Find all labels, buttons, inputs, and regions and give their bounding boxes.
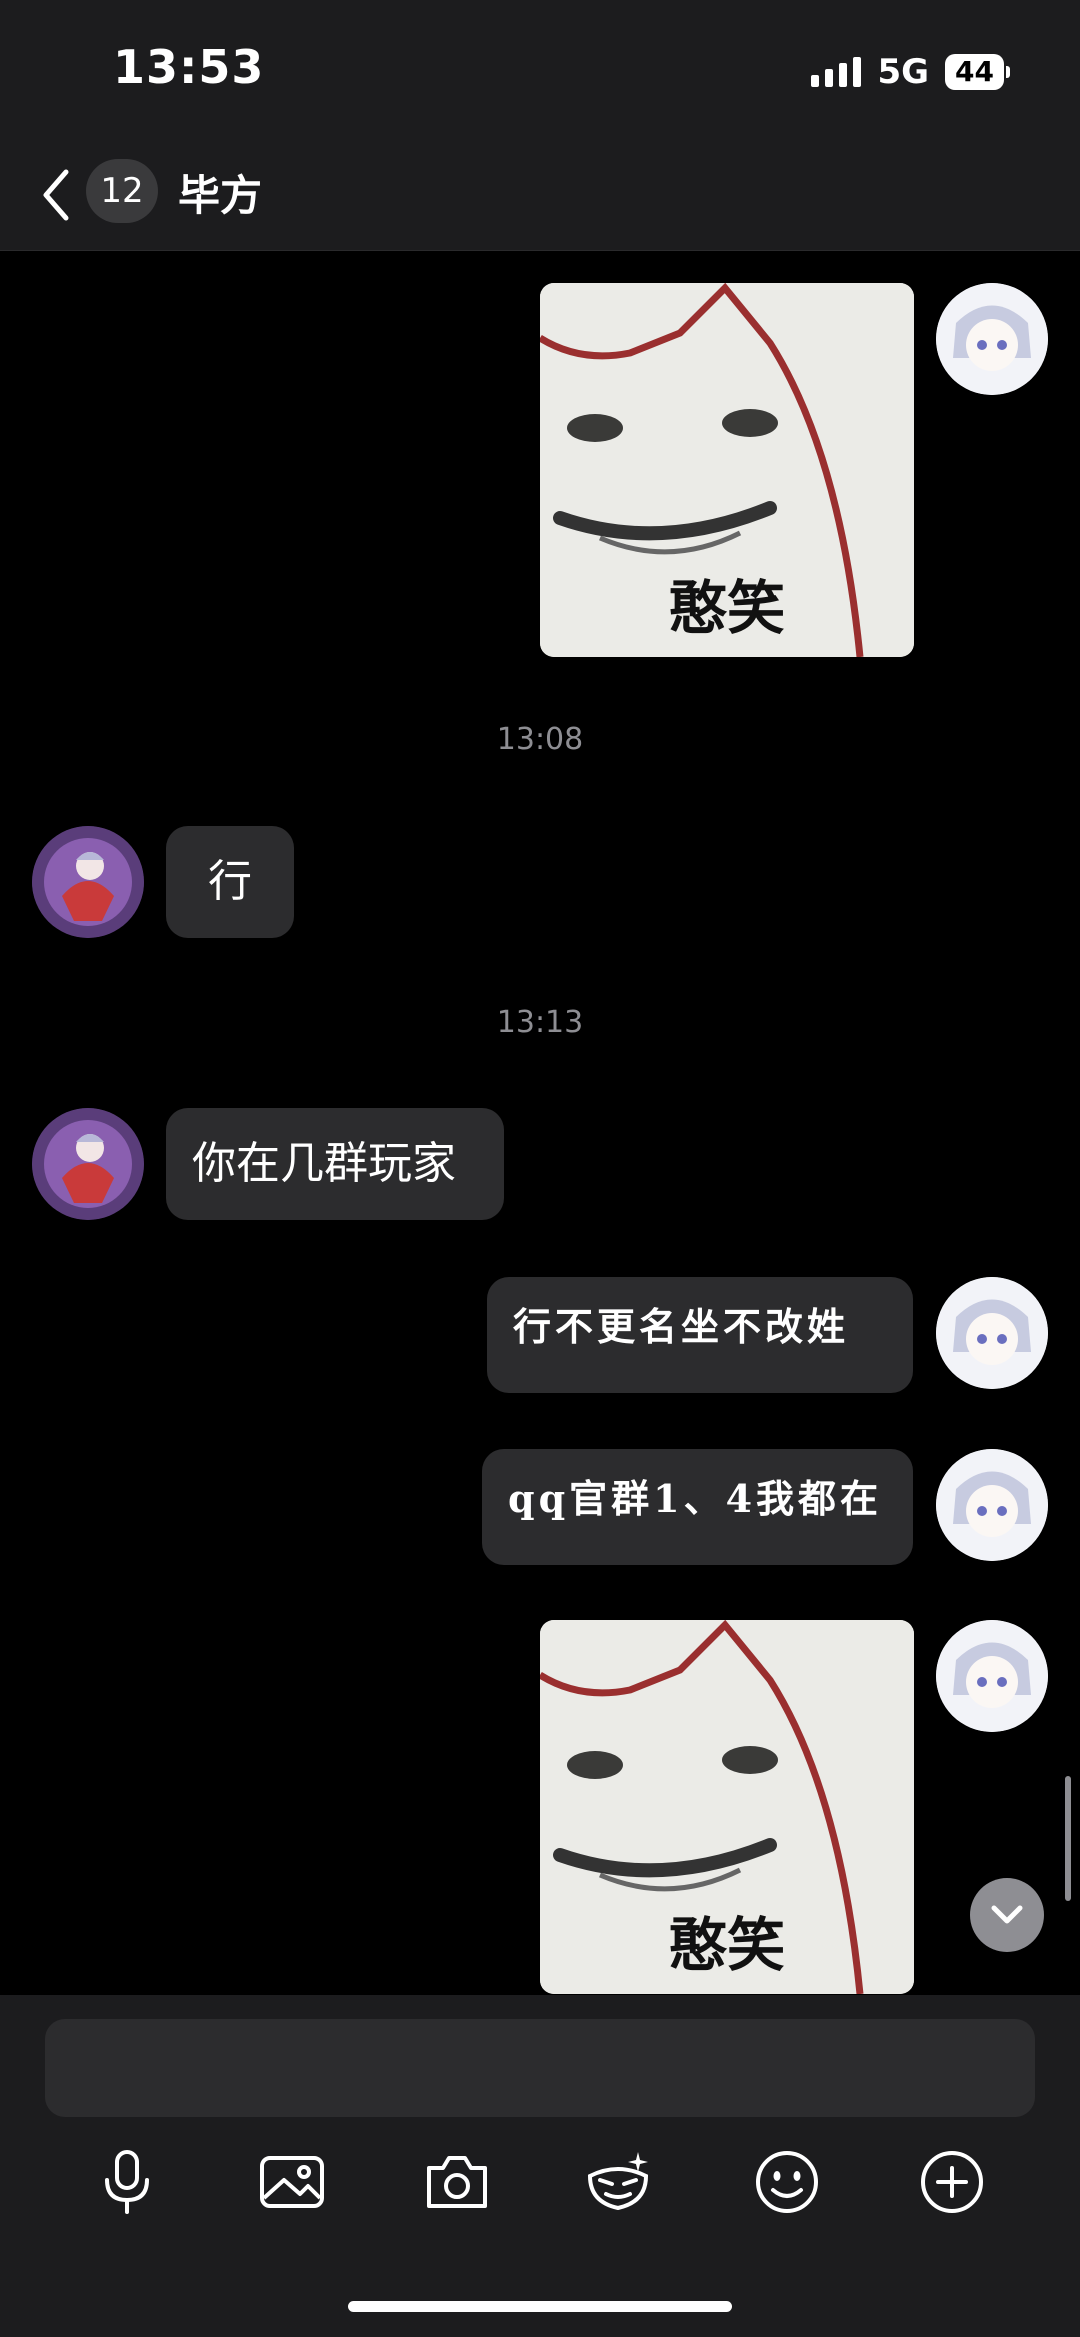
chevron-down-icon bbox=[991, 1905, 1023, 1924]
scrollbar[interactable] bbox=[1065, 1776, 1071, 1901]
scroll-to-bottom-button[interactable] bbox=[970, 1878, 1044, 1952]
sticker-icon[interactable] bbox=[582, 2146, 654, 2218]
signal-icon bbox=[811, 57, 862, 87]
contact-avatar[interactable] bbox=[32, 826, 144, 938]
status-indicators: 5G 44 bbox=[811, 52, 1010, 92]
battery-level: 44 bbox=[945, 54, 1004, 90]
sticker-caption: 憨笑 bbox=[668, 574, 785, 642]
message-input[interactable] bbox=[45, 2019, 1035, 2117]
self-avatar[interactable] bbox=[936, 1277, 1048, 1389]
sticker-message[interactable]: 憨笑 bbox=[540, 283, 914, 657]
microphone-icon[interactable] bbox=[91, 2146, 163, 2218]
emoji-icon[interactable] bbox=[751, 2146, 823, 2218]
message-bubble[interactable]: qq官群1、4我都在 bbox=[482, 1449, 913, 1565]
message-timestamp: 13:13 bbox=[496, 1005, 584, 1040]
message-bubble[interactable]: 行不更名坐不改姓 bbox=[487, 1277, 913, 1393]
message-bubble[interactable]: 你在几群玩家 bbox=[166, 1108, 504, 1220]
self-avatar[interactable] bbox=[936, 1620, 1048, 1732]
status-time: 13:53 bbox=[113, 40, 265, 94]
unread-count-badge[interactable]: 12 bbox=[86, 159, 158, 223]
status-bar: 13:53 5G 44 bbox=[0, 0, 1080, 140]
home-indicator[interactable] bbox=[348, 2301, 732, 2312]
sticker-message[interactable]: 憨笑 bbox=[540, 1620, 914, 1994]
battery-icon: 44 bbox=[945, 54, 1010, 90]
plus-icon[interactable] bbox=[916, 2146, 988, 2218]
back-chevron-icon[interactable] bbox=[36, 166, 80, 224]
contact-avatar[interactable] bbox=[32, 1108, 144, 1220]
contact-name[interactable]: 毕方 bbox=[178, 162, 262, 223]
self-avatar[interactable] bbox=[936, 283, 1048, 395]
chat-header bbox=[0, 140, 1080, 348]
message-timestamp: 13:08 bbox=[496, 722, 584, 757]
image-icon[interactable] bbox=[256, 2146, 328, 2218]
sticker-caption: 憨笑 bbox=[668, 1911, 785, 1979]
camera-icon[interactable] bbox=[421, 2146, 493, 2218]
network-type: 5G bbox=[877, 52, 930, 92]
message-bubble[interactable]: 行 bbox=[166, 826, 294, 938]
self-avatar[interactable] bbox=[936, 1449, 1048, 1561]
